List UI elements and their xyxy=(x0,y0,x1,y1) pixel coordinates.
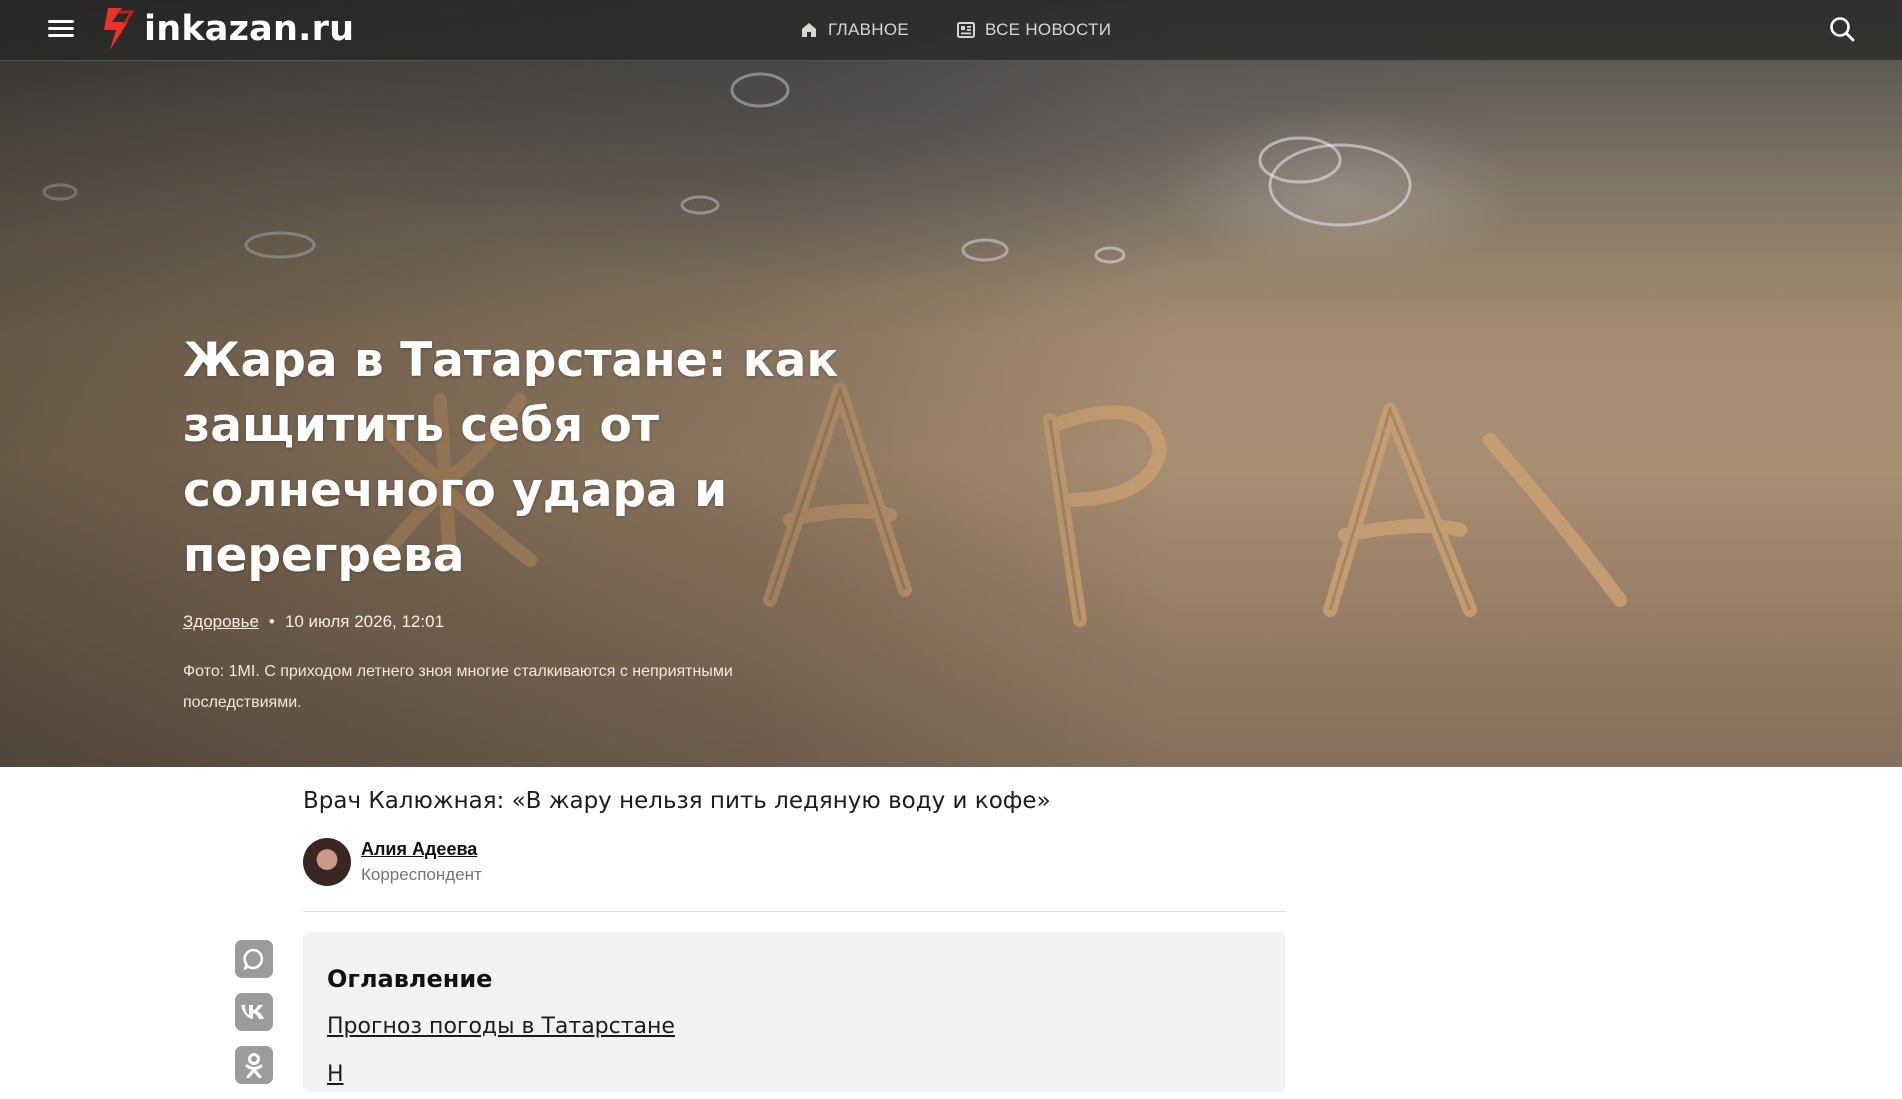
share-max-button[interactable] xyxy=(235,940,273,978)
photo-caption: Фото: 1MI. С приходом летнего зноя многи… xyxy=(183,663,733,711)
author-name[interactable]: Алия Адеева xyxy=(361,839,482,860)
article-headline: Жара в Татарстане: как защитить себя от … xyxy=(183,333,839,583)
nav-item-all-news[interactable]: Все новости xyxy=(957,20,1111,40)
search-icon[interactable] xyxy=(1828,15,1856,43)
share-bar xyxy=(235,940,273,1099)
logo-mark-icon xyxy=(104,8,135,50)
top-bar: inkazan.ru Главное Все новости xyxy=(0,0,1902,61)
nav-item-main[interactable]: Главное xyxy=(800,20,909,40)
newspaper-icon xyxy=(957,22,976,38)
article-meta: Здоровье • 10 июля 2026, 12:01 xyxy=(183,612,444,632)
toc-title: Оглавление xyxy=(327,965,493,993)
meta-separator: • xyxy=(268,612,275,631)
share-vk-button[interactable] xyxy=(235,993,273,1031)
publish-date: 10 июля 2026, 12:01 xyxy=(284,612,445,631)
toc-item[interactable]: Прогноз погоды в Татарстане xyxy=(327,1014,675,1039)
odnoklassniki-icon xyxy=(245,1053,263,1078)
share-ok-button[interactable] xyxy=(235,1046,273,1084)
logo-text: inkazan.ru xyxy=(144,9,355,49)
site-logo[interactable]: inkazan.ru xyxy=(102,4,354,54)
nav-item-label: Главное xyxy=(828,20,910,39)
max-messenger-icon xyxy=(243,948,264,971)
main-nav: Главное Все новости xyxy=(800,0,1159,60)
avatar[interactable] xyxy=(303,838,351,886)
menu-icon[interactable] xyxy=(48,17,74,41)
toc-item[interactable]: Н xyxy=(327,1062,344,1087)
divider xyxy=(303,911,1286,912)
category-link[interactable]: Здоровье xyxy=(183,612,259,632)
author-block: Алия Адеева Корреспондент xyxy=(303,838,482,886)
author-role: Корреспондент xyxy=(361,865,482,884)
article-subtitle: Врач Калюжная: «В жару нельзя пить ледян… xyxy=(303,788,1051,814)
nav-item-label: Все новости xyxy=(985,20,1112,39)
home-icon xyxy=(802,23,816,37)
table-of-contents: Оглавление Прогноз погоды в Татарстане Н xyxy=(303,932,1286,1092)
vk-icon xyxy=(241,1005,264,1019)
